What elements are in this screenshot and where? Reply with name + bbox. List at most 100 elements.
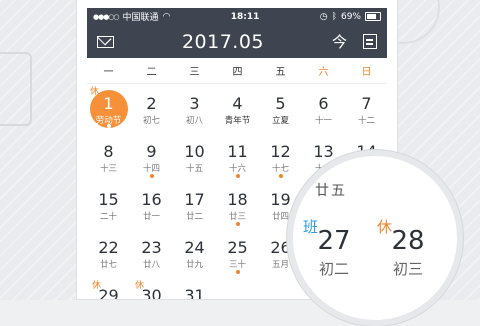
battery-percent: 69% [340,11,361,22]
weekday-label: 一 [103,67,114,78]
lunar-date: 廿九 [185,260,203,270]
weekday-label: 二 [146,67,157,78]
weekday-label: 日 [361,67,372,78]
event-dot-icon [235,270,240,274]
day-number: 9 [146,142,157,161]
day-cell[interactable]: 18 廿三 [216,180,259,228]
day-cell[interactable]: 15 二十 [87,180,130,228]
today-button[interactable]: 今 [332,31,347,52]
day-cell[interactable]: 7 十二 [345,84,387,132]
day-number: 1 [103,94,114,113]
magnifier-lunar-date: 初二 [318,260,349,278]
event-dot-icon [235,222,240,226]
day-cell[interactable]: 2 初七 [130,84,173,132]
holiday-tag: 休 [377,218,393,236]
day-cell[interactable]: 4 青年节 [216,84,259,132]
magnifier-day-28[interactable]: 休 28 初三 [373,216,443,279]
lunar-date: 廿一 [142,212,160,222]
day-number: 24 [184,238,205,257]
calendar-header: 2017.05 今 [87,25,387,58]
day-number: 6 [318,94,329,113]
event-dot-icon [278,174,283,178]
day-number: 15 [98,190,119,209]
mail-icon[interactable] [97,35,114,48]
lunar-date: 廿七 [99,260,117,270]
day-cell[interactable]: 31 [173,276,216,300]
day-cell[interactable]: 休 29 [87,276,130,299]
lunar-date: 十七 [271,164,289,174]
holiday-tag: 休 [92,281,102,291]
day-number: 17 [184,190,205,209]
day-cell[interactable]: 16 廿一 [130,180,173,228]
lunar-date: 十二 [357,116,375,126]
day-number: 3 [189,94,200,113]
lunar-date: 三十 [228,260,246,270]
day-number: 7 [361,94,372,113]
day-number: 5 [275,94,286,113]
day-number: 12 [270,142,291,161]
day-number: 4 [232,94,243,113]
bluetooth-icon: ᛒ [331,11,337,22]
day-cell[interactable]: 休 30 [130,276,173,299]
weekday-label: 四 [232,67,243,78]
day-cell[interactable]: 23 廿八 [130,228,173,276]
weekday-label: 六 [318,67,329,78]
event-dot-icon [235,174,240,178]
day-cell[interactable]: 11 十六 [216,132,259,180]
day-cell[interactable]: 6 十一 [302,84,345,132]
day-cell[interactable]: 22 廿七 [87,228,130,276]
weekday-label: 五 [275,67,286,78]
day-number: 25 [227,238,248,257]
day-cell[interactable]: 25 三十 [216,228,259,276]
day-number: 22 [98,238,119,257]
day-cell[interactable]: 休 1 劳动节 [87,84,130,132]
work-day-tag: 班 [303,218,319,236]
lunar-date: 立夏 [271,116,289,126]
background-document-outline [0,52,32,126]
day-cell[interactable]: 17 廿二 [173,180,216,228]
lunar-date: 十一 [314,116,332,126]
lunar-date: 廿八 [142,260,160,270]
signal-icon: ●●●○○ [93,12,120,21]
day-cell[interactable]: 24 廿九 [173,228,216,276]
day-cell[interactable]: 3 初八 [173,84,216,132]
lunar-date: 初八 [185,116,203,126]
magnifier-day-27[interactable]: 班 27 初二 [299,216,369,279]
lunar-date: 十五 [185,164,203,174]
lunar-date: 青年节 [224,116,251,126]
weekday-row: 一二三四五六日 [87,58,387,84]
day-number: 10 [184,142,205,161]
day-cell[interactable]: 5 立夏 [259,84,302,132]
event-dot-icon [106,124,111,128]
carrier-name: 中国联通 [122,13,159,23]
battery-icon [364,12,381,21]
day-number: 2 [146,94,157,113]
day-number: 11 [227,142,248,161]
lunar-date: 初七 [142,116,160,126]
list-icon[interactable] [363,34,377,49]
magnifier-top-text: 廿五 [315,183,347,199]
lunar-date: 十四 [142,164,160,174]
status-bar: ●●●○○ 中国联通 ◠ 18:11 ◷ ᛒ 69% [87,8,387,25]
day-number: 16 [141,190,162,209]
month-title[interactable]: 2017.05 [182,31,264,53]
magnifier-lunar-date: 初三 [392,260,423,278]
day-number: 31 [184,286,205,300]
day-cell[interactable]: 9 十四 [130,132,173,180]
day-number: 18 [227,190,248,209]
weekday-label: 三 [189,67,200,78]
day-number: 23 [141,238,162,257]
status-time: 18:11 [230,11,260,22]
lunar-date: 廿二 [185,212,203,222]
day-cell[interactable]: 8 十三 [87,132,130,180]
holiday-tag: 休 [90,87,100,97]
day-number: 8 [103,142,114,161]
lunar-date: 十六 [228,164,246,174]
lunar-date: 二十 [99,212,117,222]
day-cell[interactable]: 12 十七 [259,132,302,180]
holiday-tag: 休 [135,281,145,291]
lunar-date: 十三 [99,164,117,174]
day-cell[interactable]: 10 十五 [173,132,216,180]
alarm-icon: ◷ [319,11,328,22]
event-dot-icon [149,174,154,178]
